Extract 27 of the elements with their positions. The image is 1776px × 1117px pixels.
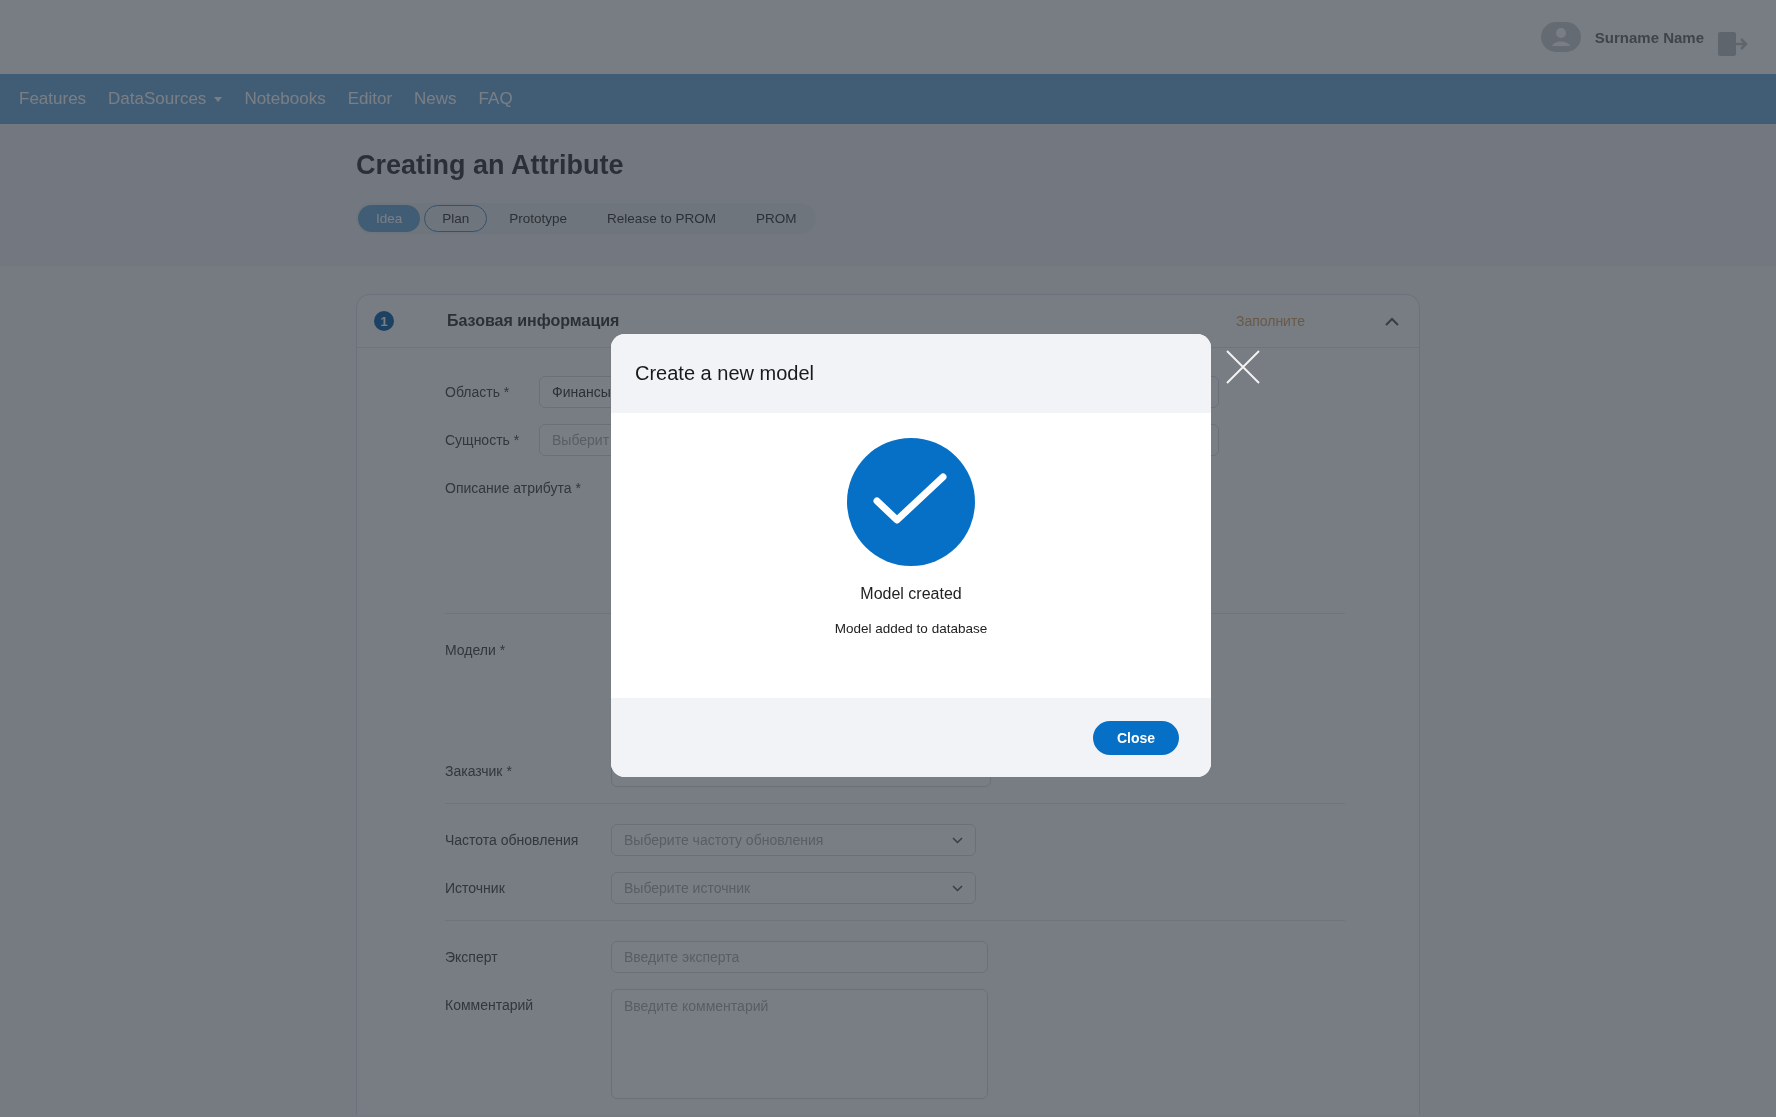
success-detail: Model added to database	[834, 621, 988, 636]
field-label: Эксперт	[445, 948, 499, 965]
modal-title: Create a new model	[635, 362, 814, 385]
success-check-icon	[847, 438, 975, 566]
stage-tab[interactable]: PROM	[737, 205, 815, 232]
field-label: Частота обновления	[445, 831, 580, 848]
step-number: 1	[374, 311, 394, 331]
logout-icon[interactable]	[1718, 30, 1748, 58]
field-label: Область *	[445, 383, 511, 400]
stage-tab[interactable]: Prototype	[491, 205, 586, 232]
section-title: Базовая информация	[447, 312, 621, 330]
field-label: Описание атрибута *	[445, 479, 582, 496]
success-message: Model created	[860, 585, 962, 603]
close-button[interactable]: Close	[1092, 720, 1179, 755]
user-name: Surname Name	[1594, 28, 1704, 46]
section-status: Заполните	[1235, 313, 1305, 329]
chevron-down-icon	[952, 884, 963, 892]
chevron-down-icon	[952, 836, 963, 844]
page-title: Creating an Attribute	[356, 150, 625, 181]
field-label: Заказчик *	[445, 762, 513, 779]
field-label: Сущность *	[445, 431, 521, 448]
field-label: Источник	[445, 879, 506, 896]
field-label: Модели *	[445, 641, 507, 658]
stage-tab[interactable]: Release to PROM	[589, 205, 734, 232]
close-icon[interactable]	[1226, 350, 1260, 384]
chevron-up-icon[interactable]	[1385, 316, 1399, 326]
field-label: Комментарий	[445, 996, 535, 1013]
